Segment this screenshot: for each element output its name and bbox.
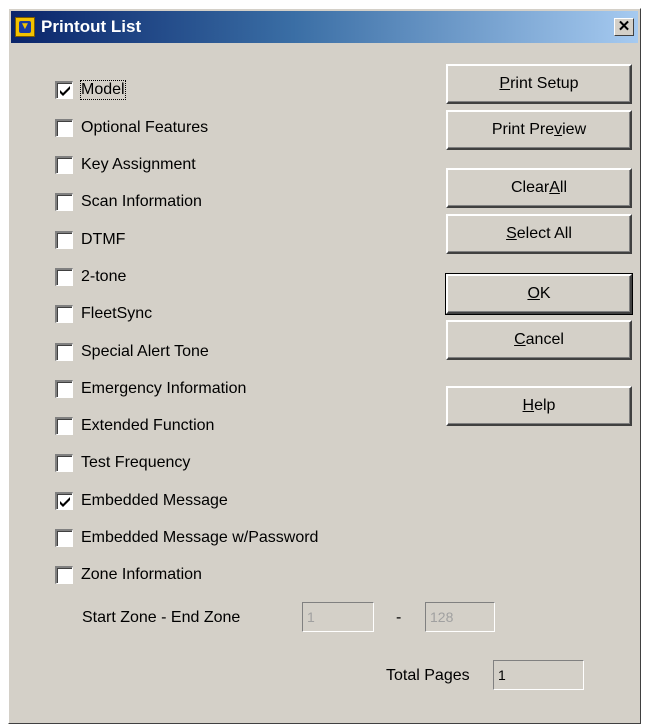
checkmark-icon — [60, 86, 70, 96]
end-zone-field[interactable]: 128 — [425, 602, 495, 632]
option-label: Emergency Information — [81, 380, 247, 397]
option-checkbox[interactable] — [55, 566, 73, 584]
option-label: Extended Function — [81, 417, 215, 434]
option-label: Special Alert Tone — [81, 343, 209, 360]
option-label: Embedded Message — [81, 492, 228, 509]
option-checkbox[interactable] — [55, 193, 73, 211]
option-row[interactable]: FleetSync — [55, 303, 152, 325]
help-button[interactable]: Help — [446, 386, 632, 426]
option-row[interactable]: Extended Function — [55, 415, 214, 437]
zone-separator: - — [396, 609, 402, 626]
option-row[interactable]: Optional Features — [55, 117, 208, 139]
start-zone-field[interactable]: 1 — [302, 602, 374, 632]
option-checkbox[interactable] — [55, 343, 73, 361]
total-pages-field: 1 — [493, 660, 584, 690]
app-icon[interactable]: ▼ — [15, 17, 35, 37]
option-label: DTMF — [81, 231, 126, 248]
option-checkbox[interactable] — [55, 529, 73, 547]
option-checkbox[interactable] — [55, 156, 73, 174]
close-icon: ✕ — [617, 18, 631, 35]
option-checkbox[interactable] — [55, 81, 73, 99]
option-label: 2-tone — [81, 268, 127, 285]
ok-button[interactable]: OK — [445, 273, 633, 315]
zone-range-label: Start Zone - End Zone — [82, 609, 241, 626]
title-bar[interactable]: ▼ Printout List ✕ — [11, 11, 638, 43]
checkmark-icon — [60, 497, 70, 507]
option-checkbox[interactable] — [55, 119, 73, 137]
option-checkbox[interactable] — [55, 454, 73, 472]
option-row[interactable]: Embedded Message — [55, 490, 228, 512]
printout-list-dialog: ▼ Printout List ✕ Model Optional Features… — [8, 8, 641, 724]
option-row[interactable]: Model — [55, 79, 126, 101]
option-row[interactable]: Emergency Information — [55, 378, 246, 400]
option-label: Zone Information — [81, 566, 202, 583]
option-row[interactable]: Scan Information — [55, 191, 202, 213]
option-label: Model — [80, 80, 126, 100]
option-row[interactable]: Test Frequency — [55, 452, 190, 474]
select-all-button[interactable]: Select All — [446, 214, 632, 254]
option-checkbox[interactable] — [55, 417, 73, 435]
close-button[interactable]: ✕ — [614, 18, 634, 36]
window-title: Printout List — [41, 17, 142, 36]
print-setup-button[interactable]: Print Setup — [446, 64, 632, 104]
option-checkbox[interactable] — [55, 268, 73, 286]
cancel-button[interactable]: Cancel — [446, 320, 632, 360]
option-row[interactable]: Special Alert Tone — [55, 341, 209, 363]
option-label: Key Assignment — [81, 156, 196, 173]
option-label: Test Frequency — [81, 454, 191, 471]
total-pages-label: Total Pages — [386, 667, 470, 684]
option-label: Embedded Message w/Password — [81, 529, 319, 546]
clear-all-button[interactable]: Clear All — [446, 168, 632, 208]
option-label: Scan Information — [81, 193, 202, 210]
option-checkbox[interactable] — [55, 305, 73, 323]
option-row[interactable]: 2-tone — [55, 266, 126, 288]
option-row[interactable]: Embedded Message w/Password — [55, 527, 318, 549]
option-checkbox[interactable] — [55, 231, 73, 249]
option-label: Optional Features — [81, 119, 209, 136]
option-row[interactable]: DTMF — [55, 229, 125, 251]
print-preview-button[interactable]: Print Pre v iew — [446, 110, 632, 150]
option-checkbox[interactable] — [55, 380, 73, 398]
option-row[interactable]: Zone Information — [55, 564, 202, 586]
option-checkbox[interactable] — [55, 492, 73, 510]
option-label: FleetSync — [81, 305, 153, 322]
option-row[interactable]: Key Assignment — [55, 154, 196, 176]
